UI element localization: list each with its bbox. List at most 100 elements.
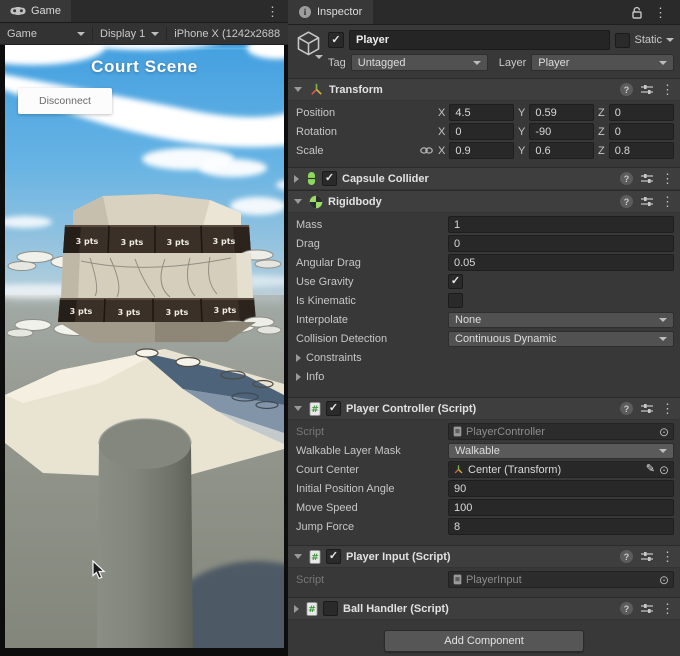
- static-checkbox[interactable]: [615, 32, 631, 48]
- game-viewport[interactable]: 3 pts 3 pts 3 pts 3 pts 3 pts 3 pts 3 pt…: [5, 45, 284, 648]
- position-z-field[interactable]: 0: [608, 104, 674, 121]
- foldout-icon[interactable]: [294, 198, 302, 208]
- rotation-x-field[interactable]: 0: [449, 123, 514, 140]
- script-object-field[interactable]: PlayerInput ⊙: [448, 571, 674, 588]
- component-menu-icon[interactable]: ⋮: [661, 402, 674, 415]
- add-component-button[interactable]: Add Component: [384, 630, 584, 652]
- foldout-icon[interactable]: [294, 405, 302, 415]
- transform-title: Transform: [329, 83, 383, 96]
- inspector-menu-icon[interactable]: ⋮: [645, 6, 676, 19]
- scale-y-field[interactable]: 0.6: [529, 142, 594, 159]
- position-x-field[interactable]: 4.5: [449, 104, 514, 121]
- foldout-icon[interactable]: [294, 604, 299, 613]
- static-label: Static: [634, 34, 662, 46]
- resolution-dropdown[interactable]: iPhone X (1242x2688: [167, 23, 287, 44]
- chevron-down-icon: [659, 317, 667, 322]
- move-speed-field[interactable]: 100: [448, 499, 674, 516]
- angular-drag-field[interactable]: 0.05: [448, 254, 674, 271]
- rigidbody-title: Rigidbody: [328, 195, 382, 208]
- interpolate-label: Interpolate: [296, 313, 348, 326]
- use-gravity-label: Use Gravity: [296, 275, 354, 288]
- chevron-down-icon: [659, 448, 667, 453]
- presets-icon[interactable]: [641, 84, 653, 95]
- collision-detection-dropdown[interactable]: Continuous Dynamic: [448, 330, 674, 347]
- ball-handler-header[interactable]: # Ball Handler (Script) ? ⋮: [288, 597, 680, 620]
- presets-icon[interactable]: [641, 173, 653, 184]
- tag-dropdown[interactable]: Untagged: [350, 54, 488, 71]
- player-input-enabled-checkbox[interactable]: ✓: [326, 549, 341, 564]
- drag-field[interactable]: 0: [448, 235, 674, 252]
- capsule-collider-header[interactable]: ✓ Capsule Collider ? ⋮: [288, 167, 680, 190]
- game-tab-menu-icon[interactable]: ⋮: [257, 5, 288, 18]
- gameobject-name-field[interactable]: Player: [349, 30, 611, 50]
- component-menu-icon[interactable]: ⋮: [661, 83, 674, 96]
- layer-dropdown[interactable]: Player: [531, 54, 674, 71]
- presets-icon[interactable]: [641, 603, 653, 614]
- svg-text:3 pts: 3 pts: [70, 307, 93, 316]
- object-picker-icon[interactable]: ⊙: [659, 426, 669, 438]
- script-value: PlayerController: [466, 425, 545, 438]
- mass-field[interactable]: 1: [448, 216, 674, 233]
- player-controller-header[interactable]: # ✓ Player Controller (Script) ? ⋮: [288, 397, 680, 420]
- help-icon[interactable]: ?: [620, 172, 633, 185]
- help-icon[interactable]: ?: [620, 602, 633, 615]
- gameobject-icon-button[interactable]: [293, 30, 323, 71]
- rotation-y-field[interactable]: -90: [529, 123, 594, 140]
- help-icon[interactable]: ?: [620, 83, 633, 96]
- help-icon[interactable]: ?: [620, 195, 633, 208]
- player-input-body: Script PlayerInput ⊙: [288, 568, 680, 592]
- player-input-header[interactable]: # ✓ Player Input (Script) ? ⋮: [288, 545, 680, 568]
- interpolate-dropdown[interactable]: None: [448, 311, 674, 328]
- foldout-icon[interactable]: [294, 553, 302, 563]
- object-picker-icon[interactable]: ⊙: [659, 464, 669, 476]
- ball-handler-enabled-checkbox[interactable]: [323, 601, 338, 616]
- component-menu-icon[interactable]: ⋮: [661, 602, 674, 615]
- jump-force-label: Jump Force: [296, 520, 355, 533]
- unlock-icon[interactable]: [631, 6, 643, 19]
- transform-header[interactable]: Transform ? ⋮: [288, 78, 680, 101]
- presets-icon[interactable]: [641, 551, 653, 562]
- disconnect-button[interactable]: Disconnect: [18, 88, 112, 114]
- help-icon[interactable]: ?: [620, 402, 633, 415]
- svg-text:#: #: [311, 552, 319, 563]
- use-gravity-checkbox[interactable]: ✓: [448, 274, 463, 289]
- jump-force-field[interactable]: 8: [448, 518, 674, 535]
- scale-row: Scale X 0.9 Y 0.6 Z 0.8: [288, 141, 680, 160]
- initial-position-angle-field[interactable]: 90: [448, 480, 674, 497]
- is-kinematic-checkbox[interactable]: [448, 293, 463, 308]
- player-controller-enabled-checkbox[interactable]: ✓: [326, 401, 341, 416]
- script-object-field[interactable]: PlayerController ⊙: [448, 423, 674, 440]
- link-scale-icon[interactable]: [420, 146, 433, 155]
- foldout-icon[interactable]: [294, 174, 299, 183]
- position-y-field[interactable]: 0.59: [529, 104, 594, 121]
- scale-z-field[interactable]: 0.8: [608, 142, 674, 159]
- display-dropdown[interactable]: Display 1: [93, 23, 166, 44]
- rotation-z-field[interactable]: 0: [608, 123, 674, 140]
- game-view-dropdown[interactable]: Game: [0, 23, 92, 44]
- object-picker-icon[interactable]: ⊙: [659, 574, 669, 586]
- presets-icon[interactable]: [641, 403, 653, 414]
- help-icon[interactable]: ?: [620, 550, 633, 563]
- layer-label: Layer: [498, 56, 527, 69]
- scale-x-field[interactable]: 0.9: [449, 142, 514, 159]
- active-checkbox[interactable]: ✓: [328, 32, 344, 48]
- rigidbody-header[interactable]: Rigidbody ? ⋮: [288, 190, 680, 213]
- component-menu-icon[interactable]: ⋮: [661, 550, 674, 563]
- edit-pencil-icon[interactable]: ✎: [646, 464, 655, 475]
- script-icon: #: [306, 601, 318, 616]
- static-dropdown-icon[interactable]: [666, 38, 674, 42]
- presets-icon[interactable]: [641, 196, 653, 207]
- component-menu-icon[interactable]: ⋮: [661, 195, 674, 208]
- info-foldout[interactable]: Info: [288, 367, 680, 386]
- tab-inspector[interactable]: i Inspector: [288, 0, 374, 24]
- component-menu-icon[interactable]: ⋮: [661, 172, 674, 185]
- capsule-collider-enabled-checkbox[interactable]: ✓: [322, 171, 337, 186]
- walkable-layer-mask-label: Walkable Layer Mask: [296, 444, 401, 457]
- position-label: Position: [296, 106, 336, 119]
- court-center-object-field[interactable]: Center (Transform) ✎ ⊙: [448, 461, 674, 478]
- constraints-foldout[interactable]: Constraints: [288, 348, 680, 367]
- tab-game[interactable]: Game: [0, 0, 71, 22]
- foldout-icon[interactable]: [294, 86, 302, 96]
- walkable-layer-mask-dropdown[interactable]: Walkable: [448, 442, 674, 459]
- game-tabbar: Game ⋮: [0, 0, 288, 23]
